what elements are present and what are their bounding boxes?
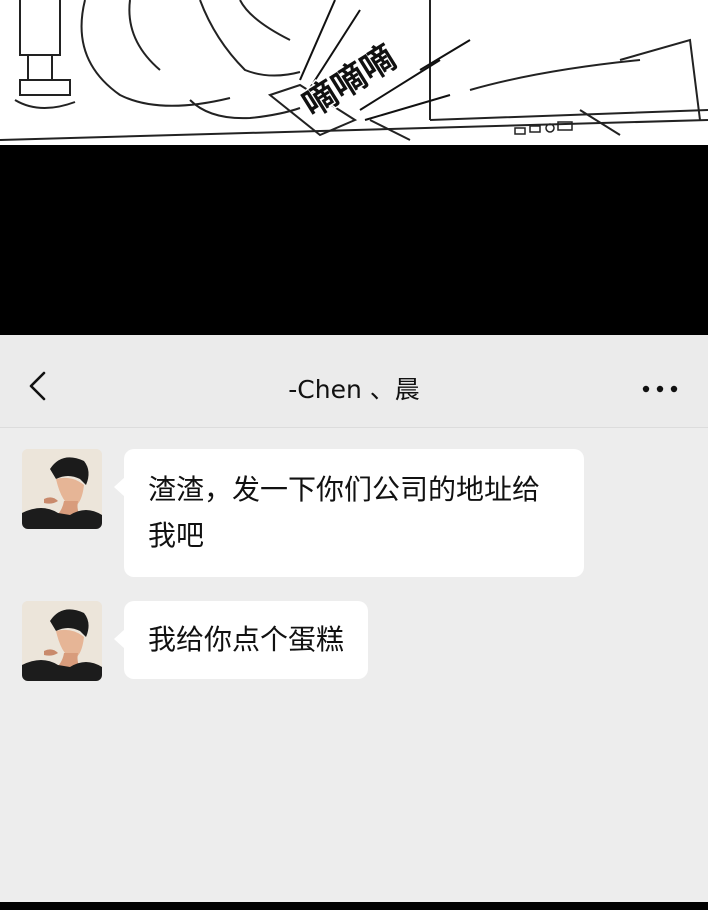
comic-panel: 嘀嘀嘀: [0, 0, 708, 145]
avatar-illustration: [22, 449, 102, 529]
more-dots-icon: [642, 385, 678, 393]
chat-header: -Chen 、晨: [0, 335, 708, 428]
chat-title: -Chen 、晨: [288, 375, 420, 404]
avatar[interactable]: [22, 449, 102, 529]
message-text: 我给你点个蛋糕: [148, 623, 345, 656]
message-bubble[interactable]: 我给你点个蛋糕: [113, 601, 369, 679]
bottom-black-bar: [0, 902, 708, 910]
more-button[interactable]: [640, 379, 680, 399]
black-band: [0, 145, 708, 335]
message-text: 渣渣，发一下你们公司的地址给我吧: [148, 473, 541, 552]
avatar[interactable]: [22, 601, 102, 681]
avatar-illustration: [22, 601, 102, 681]
comic-illustration: 嘀嘀嘀: [0, 0, 708, 145]
chat-window: -Chen 、晨 渣渣，发一下你们公司的地址给我吧 我给你点个蛋糕: [0, 335, 708, 902]
message-bubble[interactable]: 渣渣，发一下你们公司的地址给我吧: [114, 449, 584, 577]
